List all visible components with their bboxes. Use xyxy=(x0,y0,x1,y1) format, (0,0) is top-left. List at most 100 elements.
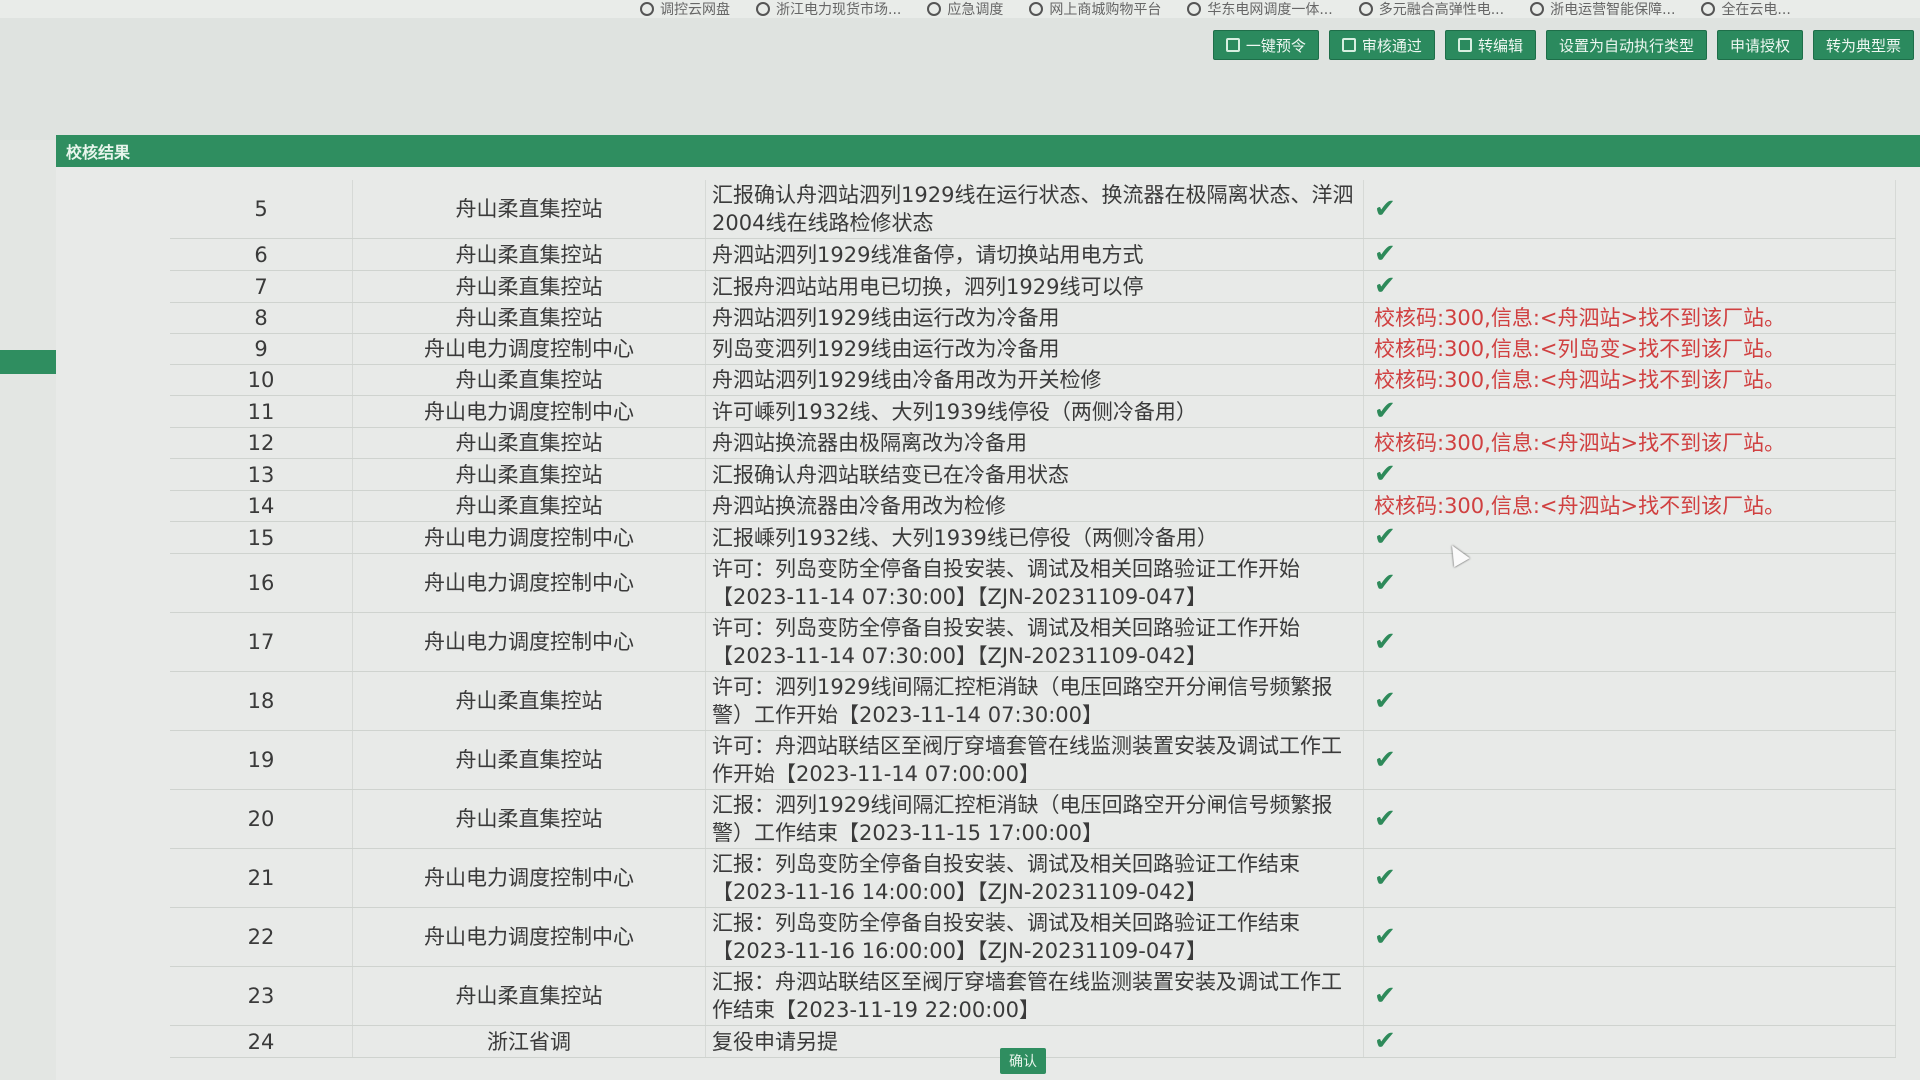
row-unit: 舟山电力调度控制中心 xyxy=(352,612,706,672)
row-number: 22 xyxy=(170,907,353,967)
bookmark-item[interactable]: 全在云电... xyxy=(1701,0,1791,18)
toolbar-button[interactable]: 一键预令 xyxy=(1212,30,1319,60)
check-pass-icon: ✔ xyxy=(1374,522,1396,552)
toolbar-button[interactable]: 转为典型票 xyxy=(1812,30,1914,60)
row-result: 校核码:300,信息:<列岛变>找不到该厂站。 xyxy=(1363,333,1896,365)
bookmarks-bar: 调控云网盘 浙江电力现货市场... 应急调度 网上商城购物平台 华东电网调度一体... 多… xyxy=(0,0,1920,18)
row-number: 16 xyxy=(170,553,353,613)
table-row[interactable]: 17 舟山电力调度控制中心 许可：列岛变防全停备自投安装、调试及相关回路验证工作开始… xyxy=(170,612,1896,672)
confirm-button[interactable]: 确认 xyxy=(1000,1048,1046,1074)
row-result: ✔ xyxy=(1363,848,1896,908)
row-command: 汇报：泗列1929线间隔汇控柜消缺（电压回路空开分闸信号频繁报警）工作结束【20… xyxy=(705,789,1364,849)
bookmark-icon xyxy=(1358,2,1373,16)
bookmark-icon xyxy=(756,2,770,16)
row-unit: 舟山电力调度控制中心 xyxy=(352,395,706,428)
row-unit: 舟山柔直集控站 xyxy=(352,671,706,731)
row-unit: 舟山柔直集控站 xyxy=(352,458,706,491)
row-result: ✔ xyxy=(1363,458,1896,491)
left-panel-active-item[interactable] xyxy=(0,350,64,374)
row-number: 14 xyxy=(170,490,353,522)
row-number: 17 xyxy=(170,612,353,672)
row-command: 汇报舟泗站站用电已切换，泗列1929线可以停 xyxy=(705,270,1364,303)
table-row[interactable]: 11 舟山电力调度控制中心 许可嵊列1932线、大列1939线停役（两侧冷备用） ✔ xyxy=(170,395,1896,428)
row-command: 汇报确认舟泗站泗列1929线在运行状态、换流器在极隔离状态、洋泗2004线在线路… xyxy=(705,180,1364,239)
table-row[interactable]: 19 舟山柔直集控站 许可：舟泗站联结区至阀厅穿墙套管在线监测装置安装及调试工作工作… xyxy=(170,730,1896,790)
check-pass-icon: ✔ xyxy=(1374,803,1396,834)
bookmark-label: 网上商城购物平台 xyxy=(1049,2,1162,18)
table-row[interactable]: 7 舟山柔直集控站 汇报舟泗站站用电已切换，泗列1929线可以停 ✔ xyxy=(170,270,1896,303)
row-result: 校核码:300,信息:<舟泗站>找不到该厂站。 xyxy=(1363,302,1896,334)
row-command: 汇报确认舟泗站联结变已在冷备用状态 xyxy=(705,458,1364,491)
bookmark-item[interactable]: 网上商城购物平台 xyxy=(1029,0,1161,18)
check-result-table: 5 舟山柔直集控站 汇报确认舟泗站泗列1929线在运行状态、换流器在极隔离状态、洋泗… xyxy=(170,180,1896,1058)
table-row[interactable]: 21 舟山电力调度控制中心 汇报：列岛变防全停备自投安装、调试及相关回路验证工作结束… xyxy=(170,848,1896,908)
bookmark-label: 浙电运营智能保障... xyxy=(1550,2,1676,18)
row-result: ✔ xyxy=(1363,966,1896,1026)
toolbar-button[interactable]: 转编辑 xyxy=(1444,30,1536,60)
table-row[interactable]: 9 舟山电力调度控制中心 列岛变泗列1929线由运行改为冷备用 校核码:300,信息:… xyxy=(170,333,1896,365)
bookmark-item[interactable]: 浙电运营智能保障... xyxy=(1530,0,1675,18)
row-command: 许可：舟泗站联结区至阀厅穿墙套管在线监测装置安装及调试工作工作开始【2023-1… xyxy=(705,730,1364,790)
row-result: ✔ xyxy=(1363,789,1896,849)
row-number: 11 xyxy=(170,395,353,428)
table-row[interactable]: 16 舟山电力调度控制中心 许可：列岛变防全停备自投安装、调试及相关回路验证工作开始… xyxy=(170,553,1896,613)
bookmark-item[interactable]: 应急调度 xyxy=(927,0,1003,18)
toolbar-button[interactable]: 申请授权 xyxy=(1716,30,1803,60)
table-row[interactable]: 5 舟山柔直集控站 汇报确认舟泗站泗列1929线在运行状态、换流器在极隔离状态、洋泗… xyxy=(170,180,1896,239)
check-error-message: 校核码:300,信息:<舟泗站>找不到该厂站。 xyxy=(1374,431,1786,455)
row-command: 汇报：列岛变防全停备自投安装、调试及相关回路验证工作结束【2023-11-16 … xyxy=(705,848,1364,908)
check-error-message: 校核码:300,信息:<舟泗站>找不到该厂站。 xyxy=(1374,306,1786,330)
table-row[interactable]: 8 舟山柔直集控站 舟泗站泗列1929线由运行改为冷备用 校核码:300,信息:<舟泗… xyxy=(170,302,1896,334)
toolbar-button-label: 一键预令 xyxy=(1245,36,1306,55)
table-row[interactable]: 18 舟山柔直集控站 许可：泗列1929线间隔汇控柜消缺（电压回路空开分闸信号频繁报… xyxy=(170,671,1896,731)
row-result: 校核码:300,信息:<舟泗站>找不到该厂站。 xyxy=(1363,364,1896,396)
bookmark-icon xyxy=(927,2,942,16)
check-error-message: 校核码:300,信息:<舟泗站>找不到该厂站。 xyxy=(1374,494,1786,518)
row-result: ✔ xyxy=(1363,270,1896,303)
row-result: ✔ xyxy=(1363,395,1896,428)
row-command: 舟泗站换流器由冷备用改为检修 xyxy=(705,490,1364,522)
table-row[interactable]: 15 舟山电力调度控制中心 汇报嵊列1932线、大列1939线已停役（两侧冷备用） ✔ xyxy=(170,521,1896,554)
row-unit: 舟山柔直集控站 xyxy=(352,238,706,271)
table-row[interactable]: 10 舟山柔直集控站 舟泗站泗列1929线由冷备用改为开关检修 校核码:300,信息:… xyxy=(170,364,1896,396)
row-number: 8 xyxy=(170,302,353,334)
toolbar-button[interactable]: 设置为自动执行类型 xyxy=(1545,30,1707,60)
check-pass-icon: ✔ xyxy=(1374,921,1396,952)
row-command: 许可：泗列1929线间隔汇控柜消缺（电压回路空开分闸信号频繁报警）工作开始【20… xyxy=(705,671,1364,731)
toolbar-button[interactable]: 审核通过 xyxy=(1328,30,1435,60)
row-result: ✔ xyxy=(1363,1025,1896,1058)
bookmark-item[interactable]: 华东电网调度一体... xyxy=(1187,0,1333,18)
check-pass-icon: ✔ xyxy=(1374,626,1396,657)
bookmark-item[interactable]: 调控云网盘 xyxy=(640,0,730,18)
check-pass-icon: ✔ xyxy=(1374,1026,1396,1056)
check-pass-icon: ✔ xyxy=(1374,193,1396,224)
row-unit: 舟山柔直集控站 xyxy=(352,966,706,1026)
bookmark-item[interactable]: 浙江电力现货市场... xyxy=(756,0,901,18)
table-row[interactable]: 22 舟山电力调度控制中心 汇报：列岛变防全停备自投安装、调试及相关回路验证工作结束… xyxy=(170,907,1896,967)
row-result: 校核码:300,信息:<舟泗站>找不到该厂站。 xyxy=(1363,490,1896,522)
check-error-message: 校核码:300,信息:<列岛变>找不到该厂站。 xyxy=(1374,337,1786,361)
row-unit: 舟山电力调度控制中心 xyxy=(352,333,706,365)
row-command: 汇报：舟泗站联结区至阀厅穿墙套管在线监测装置安装及调试工作工作结束【2023-1… xyxy=(705,966,1364,1026)
table-row[interactable]: 20 舟山柔直集控站 汇报：泗列1929线间隔汇控柜消缺（电压回路空开分闸信号频繁报… xyxy=(170,789,1896,849)
document-icon xyxy=(1341,38,1356,52)
table-row[interactable]: 6 舟山柔直集控站 舟泗站泗列1929线准备停，请切换站用电方式 ✔ xyxy=(170,238,1896,271)
bookmark-label: 调控云网盘 xyxy=(660,2,730,18)
dialog-title: 校核结果 xyxy=(56,135,1920,167)
row-number: 6 xyxy=(170,238,353,271)
row-command: 汇报嵊列1932线、大列1939线已停役（两侧冷备用） xyxy=(705,521,1364,554)
check-pass-icon: ✔ xyxy=(1374,685,1396,716)
table-row[interactable]: 14 舟山柔直集控站 舟泗站换流器由冷备用改为检修 校核码:300,信息:<舟泗站>找… xyxy=(170,490,1896,522)
row-number: 9 xyxy=(170,333,353,365)
bookmark-icon xyxy=(1530,2,1545,16)
table-row[interactable]: 13 舟山柔直集控站 汇报确认舟泗站联结变已在冷备用状态 ✔ xyxy=(170,458,1896,491)
table-row[interactable]: 12 舟山柔直集控站 舟泗站换流器由极隔离改为冷备用 校核码:300,信息:<舟泗站>… xyxy=(170,427,1896,459)
row-result: ✔ xyxy=(1363,612,1896,672)
table-row[interactable]: 23 舟山柔直集控站 汇报：舟泗站联结区至阀厅穿墙套管在线监测装置安装及调试工作工作… xyxy=(170,966,1896,1026)
toolbar-button-label: 转为典型票 xyxy=(1825,36,1901,55)
check-pass-icon: ✔ xyxy=(1374,239,1396,269)
row-number: 12 xyxy=(170,427,353,459)
edit-icon xyxy=(1457,38,1472,52)
check-pass-icon: ✔ xyxy=(1374,271,1396,301)
bookmark-item[interactable]: 多元融合高弹性电... xyxy=(1358,0,1504,18)
